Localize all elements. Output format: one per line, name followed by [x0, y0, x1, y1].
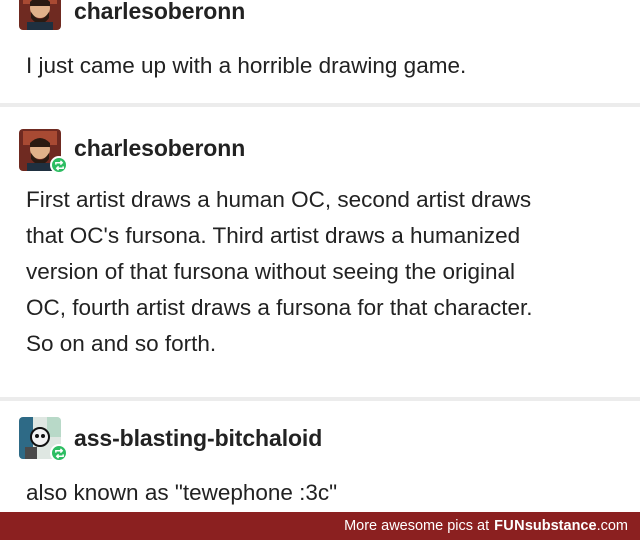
text-line: OC, fourth artist draws a fursona for th…	[26, 295, 533, 320]
post-1: charlesoberonn I just came up with a hor…	[0, 0, 640, 105]
post-text: I just came up with a horrible drawing g…	[26, 48, 466, 84]
reblog-icon	[50, 444, 68, 462]
text-line: So on and so forth.	[26, 331, 217, 356]
watermark-bar: More awesome pics at FUN substance .com	[0, 512, 640, 540]
username[interactable]: charlesoberonn	[74, 0, 245, 25]
post-text: also known as "tewephone :3c"	[26, 475, 337, 511]
post-2: charlesoberonn First artist draws a huma…	[0, 107, 640, 397]
text-line: also known as "tewephone :3c"	[26, 480, 338, 505]
post-text: First artist draws a human OC, second ar…	[26, 182, 532, 362]
reblog-icon	[50, 156, 68, 174]
brand-fun: FUN	[494, 518, 525, 534]
text-line: that OC's fursona. Third artist draws a …	[26, 223, 521, 248]
brand-substance: substance	[524, 518, 597, 534]
text-line: I just came up with a horrible drawing g…	[26, 53, 467, 78]
text-line: First artist draws a human OC, second ar…	[26, 187, 532, 212]
brand-tld: .com	[596, 518, 628, 534]
text-line: version of that fursona without seeing t…	[26, 259, 516, 284]
post-3: ass-blasting-bitchaloid also known as "t…	[0, 401, 640, 512]
watermark-text: More awesome pics at	[344, 518, 490, 534]
username[interactable]: charlesoberonn	[74, 135, 245, 162]
avatar[interactable]	[19, 0, 61, 30]
username[interactable]: ass-blasting-bitchaloid	[74, 425, 322, 452]
